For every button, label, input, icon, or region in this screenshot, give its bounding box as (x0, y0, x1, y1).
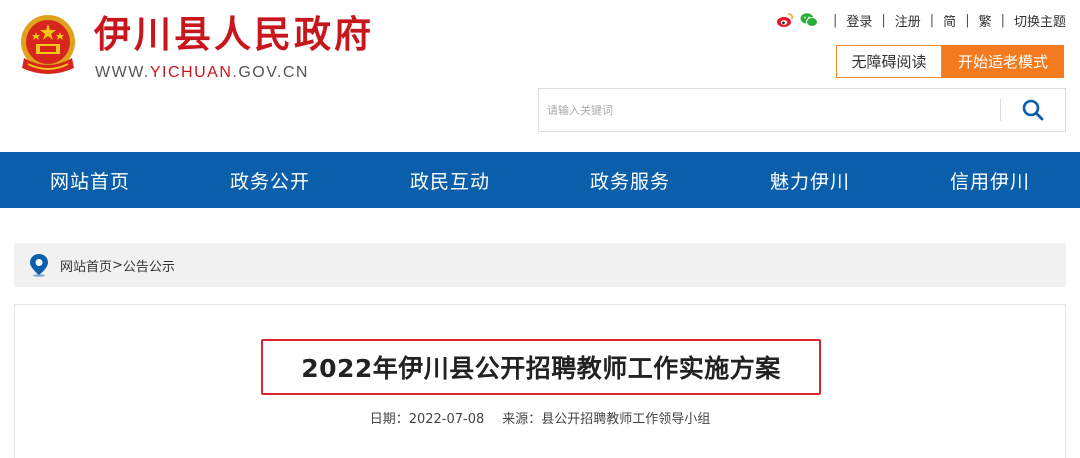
link-separator: | (965, 12, 970, 28)
site-header: 伊川县人民政府 WWW.YICHUAN.GOV.CN | 登录 | 注册 | 简… (0, 0, 1080, 152)
domain-highlight: YICHUAN (149, 64, 233, 81)
nav-item-government-services[interactable]: 政务服务 (540, 152, 720, 208)
link-separator: | (929, 12, 935, 28)
traditional-chinese-link[interactable]: 繁 (979, 11, 992, 30)
article-source: 县公开招聘教师工作领导小组 (541, 412, 711, 427)
register-link[interactable]: 注册 (895, 11, 921, 30)
article-meta: 日期：2022-07-08 来源：县公开招聘教师工作领导小组 (15, 408, 1065, 427)
search-icon (1022, 99, 1044, 121)
date-label: 日期： (369, 412, 409, 427)
search-box (538, 88, 1066, 132)
link-separator: | (1000, 12, 1005, 28)
domain-prefix: WWW. (95, 64, 150, 81)
nav-item-charm-yichuan[interactable]: 魅力伊川 (720, 152, 900, 208)
article-date: 2022-07-08 (408, 412, 485, 427)
nav-item-government-affairs-disclosure[interactable]: 政务公开 (180, 152, 360, 208)
breadcrumb-separator: > (112, 257, 123, 273)
article-title-highlight-box: 2022年伊川县公开招聘教师工作实施方案 (261, 339, 821, 395)
accessibility-reading-button[interactable]: 无障碍阅读 (836, 45, 942, 78)
breadcrumb-home-link[interactable]: 网站首页 (60, 256, 112, 275)
nav-item-home[interactable]: 网站首页 (0, 152, 180, 208)
login-link[interactable]: 登录 (846, 11, 872, 30)
article-title: 2022年伊川县公开招聘教师工作实施方案 (301, 354, 781, 383)
wechat-icon[interactable] (800, 12, 818, 28)
nav-item-public-interaction[interactable]: 政民互动 (360, 152, 540, 208)
search-input[interactable] (547, 89, 987, 131)
main-nav: 网站首页 政务公开 政民互动 政务服务 魅力伊川 信用伊川 (0, 152, 1080, 208)
site-domain: WWW.YICHUAN.GOV.CN (95, 64, 309, 82)
elder-mode-button[interactable]: 开始适老模式 (942, 45, 1064, 78)
switch-theme-link[interactable]: 切换主题 (1014, 11, 1066, 30)
article-panel: 2022年伊川县公开招聘教师工作实施方案 日期：2022-07-08 来源：县公开… (14, 304, 1066, 458)
link-separator: | (832, 12, 838, 28)
site-title[interactable]: 伊川县人民政府 (94, 12, 374, 58)
top-links: | 登录 | 注册 | 简 | 繁 | 切换主题 (776, 10, 1066, 30)
breadcrumb-current-link[interactable]: 公告公示 (123, 256, 175, 275)
domain-suffix: .GOV.CN (232, 64, 309, 81)
search-button[interactable] (1011, 93, 1055, 127)
source-label: 来源： (502, 412, 542, 427)
nav-item-credit-yichuan[interactable]: 信用伊川 (900, 152, 1080, 208)
link-separator: | (881, 12, 886, 28)
breadcrumb: 网站首页 > 公告公示 (14, 243, 1066, 287)
simplified-chinese-link[interactable]: 简 (943, 11, 956, 30)
location-pin-icon (30, 254, 48, 277)
weibo-icon[interactable] (776, 12, 794, 28)
national-emblem-icon (21, 15, 75, 74)
search-divider (1000, 99, 1001, 121)
